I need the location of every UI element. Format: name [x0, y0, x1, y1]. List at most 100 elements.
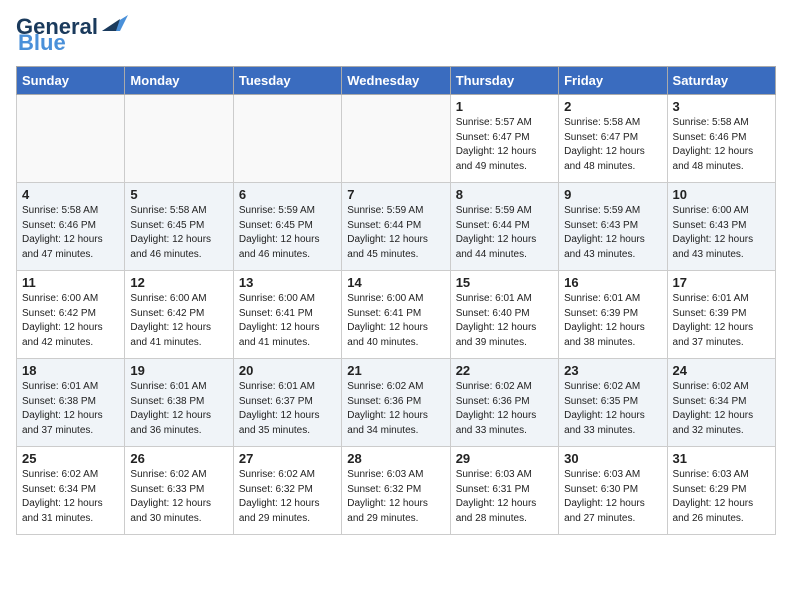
- calendar-cell: 9 Sunrise: 5:59 AM Sunset: 6:43 PM Daylig…: [559, 183, 667, 271]
- day-number: 9: [564, 187, 661, 202]
- day-number: 20: [239, 363, 336, 378]
- calendar-cell: [17, 95, 125, 183]
- day-number: 17: [673, 275, 770, 290]
- day-number: 25: [22, 451, 119, 466]
- calendar-header-monday: Monday: [125, 67, 233, 95]
- day-number: 29: [456, 451, 553, 466]
- calendar-cell: 16 Sunrise: 6:01 AM Sunset: 6:39 PM Dayli…: [559, 271, 667, 359]
- calendar-cell: 29Sunrise: 6:03 AM Sunset: 6:31 PM Dayli…: [450, 447, 558, 535]
- day-info: Sunrise: 6:02 AM Sunset: 6:33 PM Dayligh…: [130, 468, 227, 526]
- calendar-cell: 10 Sunrise: 6:00 AM Sunset: 6:43 PM Dayli…: [667, 183, 775, 271]
- day-info: Sunrise: 6:00 AM Sunset: 6:42 PM Dayligh…: [22, 292, 119, 350]
- calendar-cell: 18Sunrise: 6:01 AM Sunset: 6:38 PM Dayli…: [17, 359, 125, 447]
- day-number: 1: [456, 99, 553, 114]
- day-info: Sunrise: 6:03 AM Sunset: 6:30 PM Dayligh…: [564, 468, 661, 526]
- day-number: 14: [347, 275, 444, 290]
- day-number: 7: [347, 187, 444, 202]
- calendar-cell: 30 Sunrise: 6:03 AM Sunset: 6:30 PM Dayli…: [559, 447, 667, 535]
- calendar-cell: 22 Sunrise: 6:02 AM Sunset: 6:36 PM Dayli…: [450, 359, 558, 447]
- day-number: 6: [239, 187, 336, 202]
- calendar-header-sunday: Sunday: [17, 67, 125, 95]
- day-info: Sunrise: 6:02 AM Sunset: 6:35 PM Dayligh…: [564, 380, 661, 438]
- day-number: 18: [22, 363, 119, 378]
- calendar-week-2: 4 Sunrise: 5:58 AM Sunset: 6:46 PM Daylig…: [17, 183, 776, 271]
- calendar-header-tuesday: Tuesday: [233, 67, 341, 95]
- day-info: Sunrise: 6:01 AM Sunset: 6:37 PM Dayligh…: [239, 380, 336, 438]
- calendar-header-thursday: Thursday: [450, 67, 558, 95]
- day-info: Sunrise: 6:01 AM Sunset: 6:38 PM Dayligh…: [130, 380, 227, 438]
- calendar-cell: 4 Sunrise: 5:58 AM Sunset: 6:46 PM Daylig…: [17, 183, 125, 271]
- calendar-cell: 5 Sunrise: 5:58 AM Sunset: 6:45 PM Daylig…: [125, 183, 233, 271]
- day-number: 8: [456, 187, 553, 202]
- calendar-week-1: 1 Sunrise: 5:57 AM Sunset: 6:47 PM Daylig…: [17, 95, 776, 183]
- day-info: Sunrise: 5:59 AM Sunset: 6:45 PM Dayligh…: [239, 204, 336, 262]
- logo-wing-icon: [100, 13, 128, 33]
- calendar-cell: 25 Sunrise: 6:02 AM Sunset: 6:34 PM Dayli…: [17, 447, 125, 535]
- day-number: 13: [239, 275, 336, 290]
- calendar-week-4: 18 Sunrise: 6:01 AM Sunset: 6:38 PM Dayli…: [17, 359, 776, 447]
- calendar-cell: 1 Sunrise: 5:57 AM Sunset: 6:47 PM Daylig…: [450, 95, 558, 183]
- calendar-header-wednesday: Wednesday: [342, 67, 450, 95]
- calendar-header-saturday: Saturday: [667, 67, 775, 95]
- day-number: 4: [22, 187, 119, 202]
- day-info: Sunrise: 5:59 AM Sunset: 6:43 PM Dayligh…: [564, 204, 661, 262]
- calendar-cell: 11Sunrise: 6:00 AM Sunset: 6:42 PM Dayli…: [17, 271, 125, 359]
- day-number: 5: [130, 187, 227, 202]
- calendar-cell: 24Sunrise: 6:02 AM Sunset: 6:34 PM Dayli…: [667, 359, 775, 447]
- day-info: Sunrise: 6:02 AM Sunset: 6:36 PM Dayligh…: [347, 380, 444, 438]
- day-info: Sunrise: 5:59 AM Sunset: 6:44 PM Dayligh…: [347, 204, 444, 262]
- day-info: Sunrise: 5:58 AM Sunset: 6:46 PM Dayligh…: [673, 116, 770, 174]
- day-number: 26: [130, 451, 227, 466]
- day-number: 3: [673, 99, 770, 114]
- calendar-cell: 15 Sunrise: 6:01 AM Sunset: 6:40 PM Dayli…: [450, 271, 558, 359]
- day-info: Sunrise: 5:59 AM Sunset: 6:44 PM Dayligh…: [456, 204, 553, 262]
- day-number: 22: [456, 363, 553, 378]
- day-number: 23: [564, 363, 661, 378]
- calendar-cell: 6 Sunrise: 5:59 AM Sunset: 6:45 PM Daylig…: [233, 183, 341, 271]
- day-info: Sunrise: 6:00 AM Sunset: 6:41 PM Dayligh…: [239, 292, 336, 350]
- calendar-week-5: 25 Sunrise: 6:02 AM Sunset: 6:34 PM Dayli…: [17, 447, 776, 535]
- page-header: General Blue: [16, 16, 776, 56]
- day-number: 10: [673, 187, 770, 202]
- day-number: 30: [564, 451, 661, 466]
- calendar-cell: 28 Sunrise: 6:03 AM Sunset: 6:32 PM Dayli…: [342, 447, 450, 535]
- day-info: Sunrise: 6:02 AM Sunset: 6:34 PM Dayligh…: [22, 468, 119, 526]
- day-info: Sunrise: 6:02 AM Sunset: 6:34 PM Dayligh…: [673, 380, 770, 438]
- calendar-table: SundayMondayTuesdayWednesdayThursdayFrid…: [16, 66, 776, 535]
- day-number: 27: [239, 451, 336, 466]
- day-info: Sunrise: 6:02 AM Sunset: 6:36 PM Dayligh…: [456, 380, 553, 438]
- day-info: Sunrise: 6:01 AM Sunset: 6:39 PM Dayligh…: [564, 292, 661, 350]
- day-info: Sunrise: 6:03 AM Sunset: 6:32 PM Dayligh…: [347, 468, 444, 526]
- calendar-cell: [233, 95, 341, 183]
- day-number: 16: [564, 275, 661, 290]
- day-number: 19: [130, 363, 227, 378]
- day-info: Sunrise: 5:57 AM Sunset: 6:47 PM Dayligh…: [456, 116, 553, 174]
- day-number: 28: [347, 451, 444, 466]
- day-number: 21: [347, 363, 444, 378]
- calendar-header-row: SundayMondayTuesdayWednesdayThursdayFrid…: [17, 67, 776, 95]
- calendar-cell: 19 Sunrise: 6:01 AM Sunset: 6:38 PM Dayli…: [125, 359, 233, 447]
- calendar-cell: 21 Sunrise: 6:02 AM Sunset: 6:36 PM Dayli…: [342, 359, 450, 447]
- calendar-cell: 20 Sunrise: 6:01 AM Sunset: 6:37 PM Dayli…: [233, 359, 341, 447]
- day-info: Sunrise: 6:01 AM Sunset: 6:39 PM Dayligh…: [673, 292, 770, 350]
- day-number: 15: [456, 275, 553, 290]
- day-info: Sunrise: 6:03 AM Sunset: 6:29 PM Dayligh…: [673, 468, 770, 526]
- calendar-cell: 12Sunrise: 6:00 AM Sunset: 6:42 PM Dayli…: [125, 271, 233, 359]
- calendar-cell: 7 Sunrise: 5:59 AM Sunset: 6:44 PM Daylig…: [342, 183, 450, 271]
- day-number: 31: [673, 451, 770, 466]
- logo: General Blue: [16, 16, 128, 56]
- day-info: Sunrise: 6:01 AM Sunset: 6:40 PM Dayligh…: [456, 292, 553, 350]
- logo-blue: Blue: [18, 30, 66, 56]
- day-info: Sunrise: 5:58 AM Sunset: 6:46 PM Dayligh…: [22, 204, 119, 262]
- calendar-cell: [125, 95, 233, 183]
- day-info: Sunrise: 5:58 AM Sunset: 6:45 PM Dayligh…: [130, 204, 227, 262]
- calendar-cell: 13 Sunrise: 6:00 AM Sunset: 6:41 PM Dayli…: [233, 271, 341, 359]
- calendar-cell: 23 Sunrise: 6:02 AM Sunset: 6:35 PM Dayli…: [559, 359, 667, 447]
- day-number: 2: [564, 99, 661, 114]
- calendar-cell: 3 Sunrise: 5:58 AM Sunset: 6:46 PM Daylig…: [667, 95, 775, 183]
- day-info: Sunrise: 6:00 AM Sunset: 6:43 PM Dayligh…: [673, 204, 770, 262]
- calendar-cell: 31 Sunrise: 6:03 AM Sunset: 6:29 PM Dayli…: [667, 447, 775, 535]
- calendar-week-3: 11Sunrise: 6:00 AM Sunset: 6:42 PM Dayli…: [17, 271, 776, 359]
- calendar-cell: 26 Sunrise: 6:02 AM Sunset: 6:33 PM Dayli…: [125, 447, 233, 535]
- day-info: Sunrise: 6:00 AM Sunset: 6:41 PM Dayligh…: [347, 292, 444, 350]
